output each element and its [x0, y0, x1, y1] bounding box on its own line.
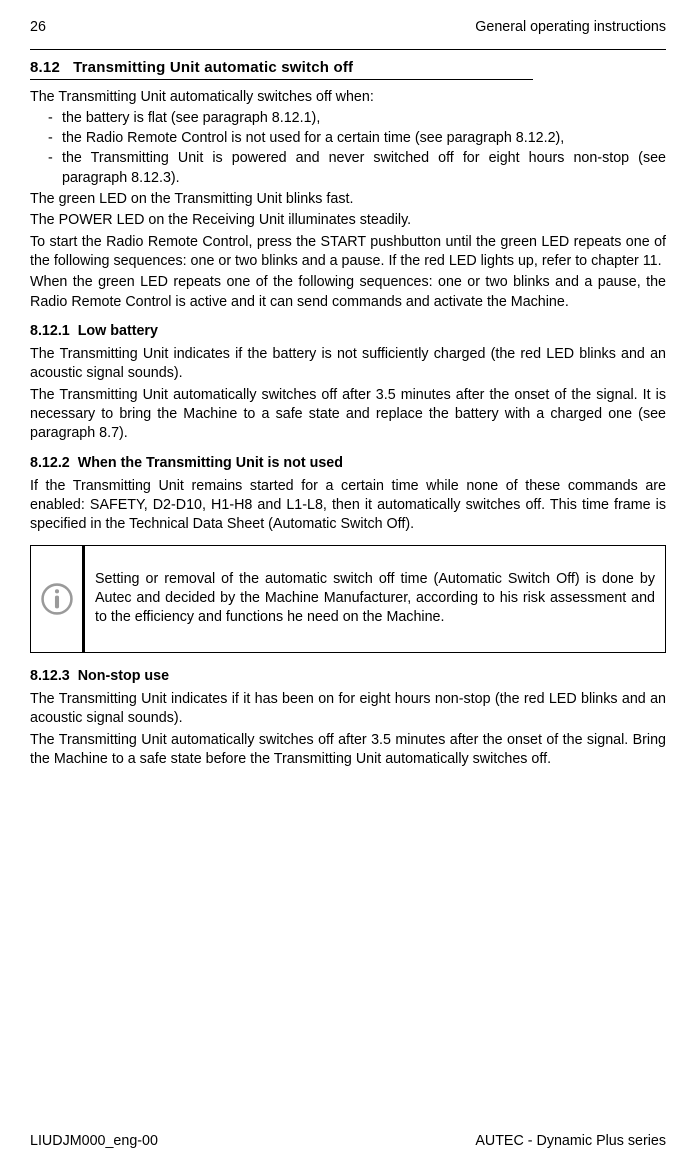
info-icon — [40, 582, 74, 616]
body-paragraph: The Transmitting Unit indicates if the b… — [30, 345, 666, 384]
section-number: 8.12 — [30, 59, 60, 76]
page-header: 26 General operating instructions — [30, 18, 666, 37]
body-paragraph: The green LED on the Transmitting Unit b… — [30, 190, 666, 209]
list-item: the Radio Remote Control is not used for… — [48, 129, 666, 148]
subsection-title: Low battery — [78, 323, 158, 339]
bullet-list: the battery is flat (see paragraph 8.12.… — [30, 109, 666, 188]
subsection-heading: 8.12.2 When the Transmitting Unit is not… — [30, 454, 666, 473]
footer-left: LIUDJM000_eng-00 — [30, 1132, 158, 1151]
subsection-heading: 8.12.3 Non-stop use — [30, 667, 666, 686]
info-text: Setting or removal of the automatic swit… — [85, 546, 665, 652]
body-paragraph: The POWER LED on the Receiving Unit illu… — [30, 211, 666, 230]
body-paragraph: The Transmitting Unit automatically swit… — [30, 731, 666, 770]
body-paragraph: If the Transmitting Unit remains started… — [30, 477, 666, 535]
header-rule — [30, 49, 666, 50]
footer-right: AUTEC - Dynamic Plus series — [475, 1132, 666, 1151]
list-item: the Transmitting Unit is powered and nev… — [48, 149, 666, 188]
body-paragraph: The Transmitting Unit indicates if it ha… — [30, 690, 666, 729]
info-callout: Setting or removal of the automatic swit… — [30, 545, 666, 653]
subsection-number: 8.12.2 — [30, 455, 70, 471]
intro-paragraph: The Transmitting Unit automatically swit… — [30, 88, 666, 107]
info-icon-cell — [31, 546, 85, 652]
subsection-number: 8.12.1 — [30, 323, 70, 339]
subsection-title: When the Transmitting Unit is not used — [78, 455, 343, 471]
subsection-title: Non-stop use — [78, 668, 169, 684]
section-heading: 8.12 Transmitting Unit automatic switch … — [30, 58, 533, 79]
list-item: the battery is flat (see paragraph 8.12.… — [48, 109, 666, 128]
body-paragraph: When the green LED repeats one of the fo… — [30, 273, 666, 312]
page-number: 26 — [30, 18, 46, 37]
body-paragraph: To start the Radio Remote Control, press… — [30, 233, 666, 272]
subsection-number: 8.12.3 — [30, 668, 70, 684]
header-title: General operating instructions — [475, 18, 666, 37]
body-paragraph: The Transmitting Unit automatically swit… — [30, 386, 666, 444]
page-footer: LIUDJM000_eng-00 AUTEC - Dynamic Plus se… — [30, 1132, 666, 1151]
subsection-heading: 8.12.1 Low battery — [30, 322, 666, 341]
section-title-text: Transmitting Unit automatic switch off — [73, 59, 353, 76]
